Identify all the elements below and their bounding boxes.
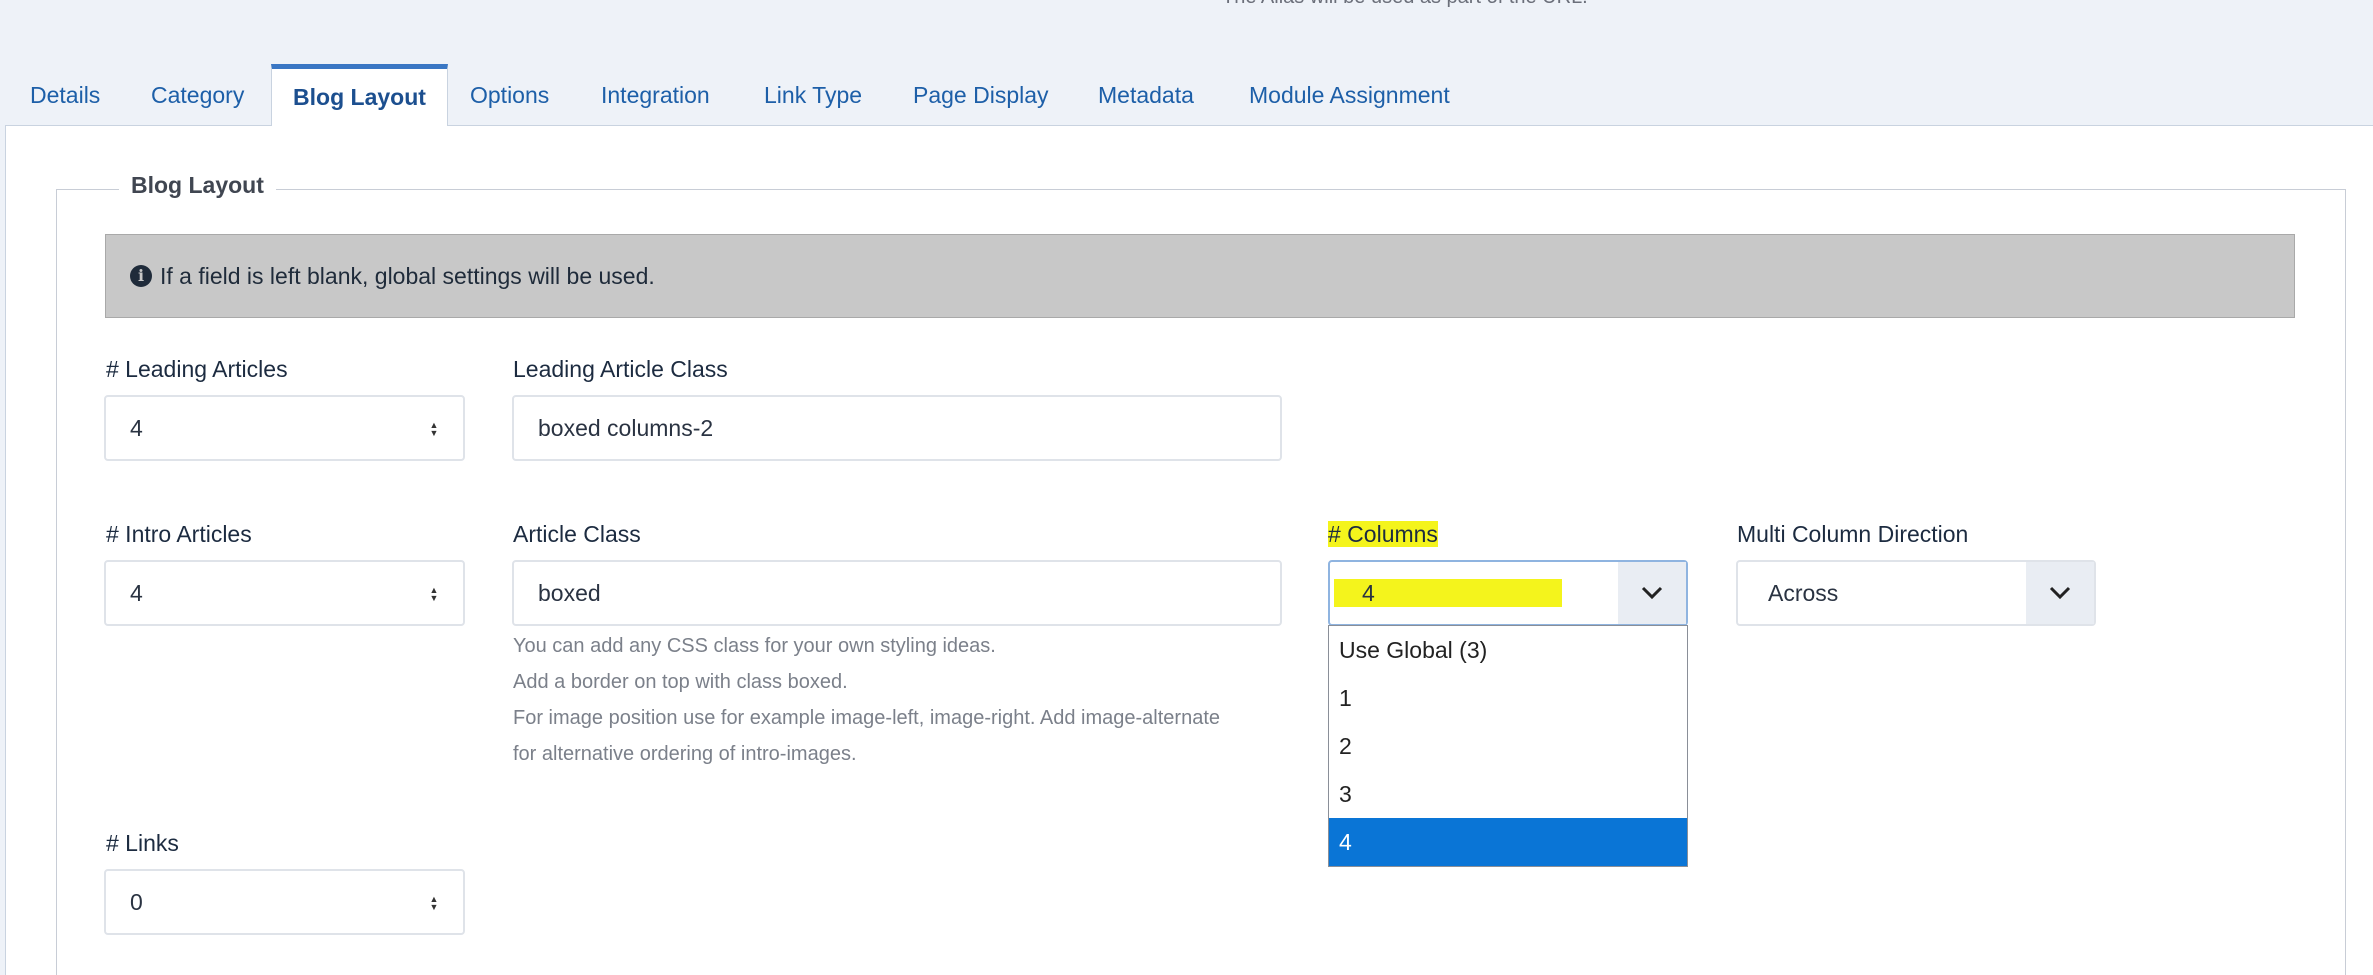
multi-column-direction-value: Across: [1768, 579, 1839, 606]
info-alert: i If a field is left blank, global setti…: [105, 234, 2295, 318]
multi-column-direction-caret[interactable]: [2026, 562, 2094, 624]
multi-column-direction-select[interactable]: Across: [1736, 560, 2096, 626]
leading-article-class-input[interactable]: boxed columns-2: [512, 395, 1282, 461]
chevron-down-icon: [1641, 586, 1663, 600]
links-input[interactable]: 0 ▲ ▼: [104, 869, 465, 935]
links-value: 0: [130, 888, 143, 915]
columns-selected-value: 4: [1334, 579, 1562, 607]
article-class-label: Article Class: [513, 521, 641, 547]
columns-option[interactable]: 3: [1329, 770, 1687, 818]
fieldset-legend: Blog Layout: [119, 172, 276, 199]
tab-bar: Details Category Blog Layout Options Int…: [0, 64, 2373, 126]
links-spinner-icon[interactable]: ▲ ▼: [427, 895, 441, 912]
tab-module-assignment[interactable]: Module Assignment: [1225, 64, 1474, 126]
columns-option[interactable]: 2: [1329, 722, 1687, 770]
columns-caret[interactable]: [1618, 562, 1686, 624]
tab-blog-layout[interactable]: Blog Layout: [271, 64, 448, 126]
columns-option[interactable]: 1: [1329, 674, 1687, 722]
leading-articles-value: 4: [130, 414, 143, 441]
tab-page-display[interactable]: Page Display: [889, 64, 1073, 126]
columns-select[interactable]: 4: [1328, 560, 1688, 626]
page-root: The Alias will be used as part of the UR…: [0, 0, 2373, 975]
columns-label: # Columns: [1328, 521, 1438, 548]
leading-articles-spinner-icon[interactable]: ▲ ▼: [427, 421, 441, 438]
intro-articles-spinner-icon[interactable]: ▲ ▼: [427, 586, 441, 603]
article-class-value: boxed: [538, 579, 601, 606]
columns-label-text: # Columns: [1328, 521, 1438, 547]
info-icon: i: [130, 265, 152, 287]
chevron-down-icon: [2049, 586, 2071, 600]
alias-help-text: The Alias will be used as part of the UR…: [1222, 0, 1588, 9]
tab-panel: Blog Layout i If a field is left blank, …: [5, 125, 2373, 975]
tab-details[interactable]: Details: [6, 64, 124, 126]
columns-option[interactable]: Use Global (3): [1329, 626, 1687, 674]
leading-article-class-value: boxed columns-2: [538, 414, 714, 441]
tab-options[interactable]: Options: [446, 64, 573, 126]
article-class-help-3: For image position use for example image…: [513, 707, 1221, 729]
tab-integration[interactable]: Integration: [577, 64, 734, 126]
columns-dropdown: Use Global (3) 1 2 3 4: [1328, 625, 1688, 867]
article-class-help-4: for alternative ordering of intro-images…: [513, 743, 857, 765]
article-class-help-1: You can add any CSS class for your own s…: [513, 635, 996, 657]
article-class-help-2: Add a border on top with class boxed.: [513, 671, 848, 693]
tab-link-type[interactable]: Link Type: [740, 64, 886, 126]
leading-article-class-label: Leading Article Class: [513, 356, 728, 382]
columns-option-selected[interactable]: 4: [1329, 818, 1687, 866]
leading-articles-input[interactable]: 4 ▲ ▼: [104, 395, 465, 461]
alert-text: If a field is left blank, global setting…: [160, 262, 655, 289]
leading-articles-label: # Leading Articles: [106, 356, 288, 382]
article-class-input[interactable]: boxed: [512, 560, 1282, 626]
tab-category[interactable]: Category: [127, 64, 268, 126]
tab-metadata[interactable]: Metadata: [1074, 64, 1218, 126]
multi-column-direction-label: Multi Column Direction: [1737, 521, 1969, 547]
intro-articles-input[interactable]: 4 ▲ ▼: [104, 560, 465, 626]
links-label: # Links: [106, 830, 179, 856]
intro-articles-value: 4: [130, 579, 143, 606]
intro-articles-label: # Intro Articles: [106, 521, 252, 547]
